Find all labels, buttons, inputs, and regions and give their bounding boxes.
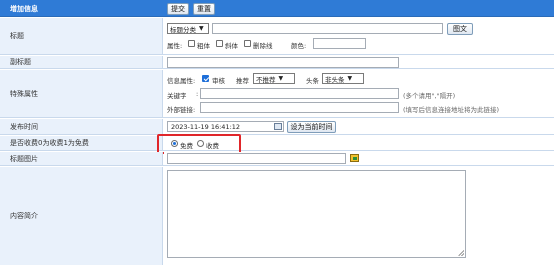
strike-checkbox[interactable] — [244, 40, 251, 47]
summary-label: 内容简介 — [10, 212, 38, 220]
subtitle-label: 副标题 — [10, 58, 31, 66]
italic-label: 斜体 — [225, 42, 238, 50]
keyword-hint: (多个请用","隔开) — [403, 92, 456, 100]
keyword-input[interactable] — [200, 88, 399, 99]
color-input[interactable] — [313, 38, 366, 49]
title-category-select[interactable]: 标题分类 ▼ — [167, 23, 209, 34]
title-label: 标题 — [10, 32, 24, 40]
keyword-label: 关键字 — [167, 92, 187, 100]
publish-time-row: 发布时间 2023-11-19 16:41:12 设为当前时间 — [0, 119, 554, 135]
header-title: 增加信息 — [10, 5, 38, 13]
bold-checkbox[interactable] — [188, 40, 195, 47]
calendar-icon[interactable] — [274, 123, 282, 130]
highlight-box — [157, 134, 241, 154]
headline-label: 头条 — [306, 77, 319, 85]
publish-time-label: 发布时间 — [10, 122, 38, 131]
publish-time-input[interactable]: 2023-11-19 16:41:12 — [167, 121, 284, 132]
review-label: 审核 — [212, 77, 225, 85]
special-row: 特殊属性 信息属性: 审核 推荐 不推荐 ▼ 头条 非头条 ▼ 关键字 : (多个请… — [0, 70, 554, 118]
italic-checkbox[interactable] — [216, 40, 223, 47]
color-label: 颜色: — [291, 42, 307, 50]
recommend-select[interactable]: 不推荐 ▼ — [253, 73, 295, 84]
title-row: 标题 标题分类 ▼ 图文 属性: 粗体 斜体 删除线 颜色: — [0, 18, 554, 55]
set-current-time-button[interactable]: 设为当前时间 — [287, 121, 336, 133]
image-upload-icon[interactable] — [350, 154, 359, 162]
external-link-label: 外部链接: — [167, 106, 196, 114]
charge-row: 是否收费0为收费1为免费 免费 收费 — [0, 136, 554, 151]
header-row: 增加信息 提交 重置 — [0, 0, 554, 17]
review-checkbox[interactable] — [202, 75, 209, 82]
summary-row: 内容简介 — [0, 167, 554, 265]
headline-select[interactable]: 非头条 ▼ — [322, 73, 364, 84]
reset-button[interactable]: 重置 — [193, 3, 215, 15]
image-text-button[interactable]: 图文 — [447, 23, 473, 35]
title-input[interactable] — [212, 23, 443, 34]
summary-textarea[interactable] — [167, 170, 466, 258]
attr-label: 属性: — [167, 42, 183, 50]
chevron-down-icon: ▼ — [199, 25, 204, 32]
strike-label: 删除线 — [253, 42, 273, 50]
bold-label: 粗体 — [197, 42, 210, 50]
subtitle-input[interactable] — [167, 57, 399, 68]
title-image-label: 标题图片 — [10, 154, 38, 163]
external-link-input[interactable] — [200, 102, 399, 113]
info-attr-label: 信息属性: — [167, 77, 196, 85]
title-image-row: 标题图片 — [0, 152, 554, 166]
resize-handle-icon[interactable] — [458, 250, 464, 256]
title-image-input[interactable] — [167, 153, 346, 164]
charge-label: 是否收费0为收费1为免费 — [10, 139, 89, 147]
recommend-label: 推荐 — [236, 77, 249, 85]
external-link-hint: (填写后信息连接地址将为此链接) — [403, 106, 500, 114]
special-label: 特殊属性 — [10, 89, 38, 98]
subtitle-row: 副标题 — [0, 56, 554, 69]
submit-button[interactable]: 提交 — [167, 3, 189, 15]
chevron-down-icon: ▼ — [347, 75, 353, 82]
chevron-down-icon: ▼ — [278, 75, 284, 82]
